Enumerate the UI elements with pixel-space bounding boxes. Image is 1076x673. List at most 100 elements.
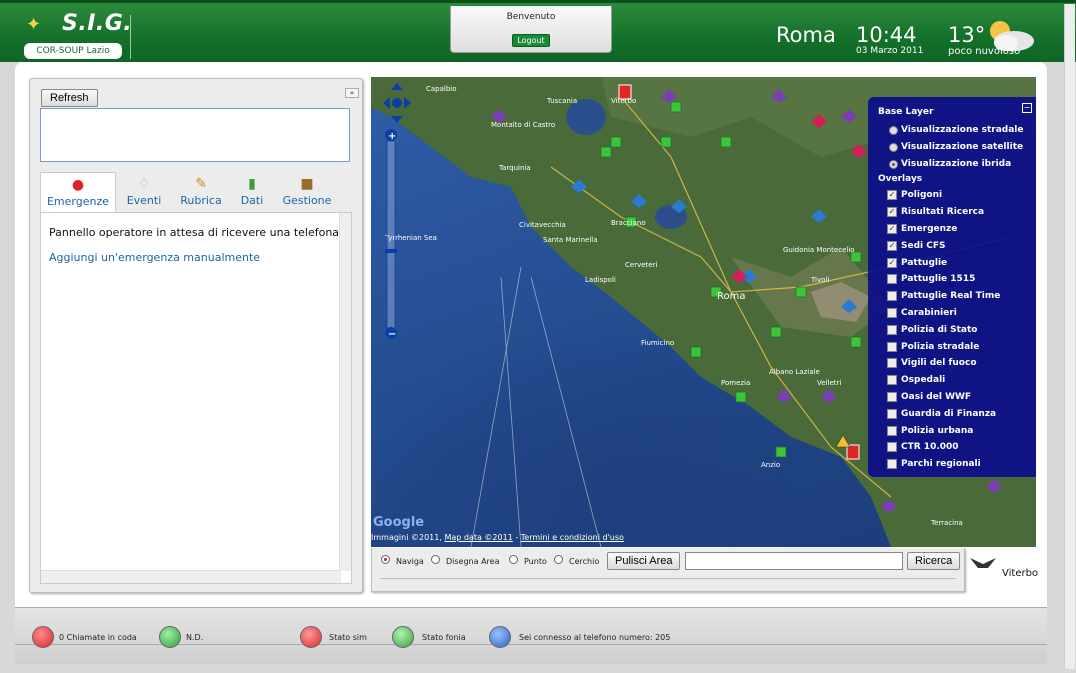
vertical-scrollbar[interactable] bbox=[339, 213, 351, 571]
overlay-label: Parchi regionali bbox=[901, 459, 981, 470]
overlay-label: Carabinieri bbox=[901, 307, 957, 318]
tab-emergenze[interactable]: ● Emergenze bbox=[40, 172, 116, 212]
map-label-cerveteri: Cerveteri bbox=[625, 261, 657, 269]
overlay-poligoni[interactable]: ✓ Poligoni bbox=[868, 187, 1036, 204]
line-status-label: N.D. bbox=[186, 633, 204, 642]
overlay-ctr-10-000[interactable]: CTR 10.000 bbox=[868, 439, 1036, 456]
overlay-polizia-urbana[interactable]: Polizia urbana bbox=[868, 423, 1036, 440]
checkbox-icon bbox=[887, 408, 897, 419]
map-label-tarquinia: Tarquinia bbox=[498, 164, 531, 172]
base-layer-ibrida[interactable]: Visualizzazione ibrida bbox=[868, 156, 1036, 173]
voice-status-icon bbox=[392, 626, 414, 648]
search-input[interactable] bbox=[685, 552, 903, 570]
mode-cerchio-radio[interactable] bbox=[554, 555, 563, 564]
weather-temperature: 13° bbox=[948, 23, 986, 47]
terms-link[interactable]: Termini e condizioni d'uso bbox=[521, 533, 624, 542]
map-toolbar: Naviga Disegna Area Punto Cerchio Pulisc… bbox=[371, 548, 965, 592]
map-label-bracciano: Bracciano bbox=[611, 219, 646, 227]
checkbox-icon bbox=[887, 291, 897, 302]
mode-punto-label: Punto bbox=[524, 557, 547, 566]
queue-count-label: 0 Chiamate in coda bbox=[59, 633, 137, 642]
phone-blue-icon[interactable] bbox=[489, 626, 511, 648]
overlay-label: Polizia stradale bbox=[901, 341, 980, 352]
toolbar-divider bbox=[380, 578, 956, 579]
double-chevron-icon[interactable]: » bbox=[345, 88, 359, 98]
status-bar: 0 Chiamate in coda N.D. Stato sim Stato … bbox=[15, 607, 1047, 664]
checkbox-icon bbox=[887, 307, 897, 318]
page-scrollbar[interactable] bbox=[1064, 4, 1075, 669]
tab-eventi[interactable]: ♢ Eventi bbox=[120, 172, 168, 212]
overlay-sedi-cfs[interactable]: ✓ Sedi CFS bbox=[868, 238, 1036, 255]
overlay-guardia-di-finanza[interactable]: Guardia di Finanza bbox=[868, 406, 1036, 423]
logout-button[interactable]: Logout bbox=[512, 34, 550, 47]
map-data-link[interactable]: Map data ©2011 bbox=[444, 533, 512, 542]
overlay-ospedali[interactable]: Ospedali bbox=[868, 372, 1036, 389]
tab-label: Dati bbox=[240, 194, 264, 207]
map-legend: Viterbo bbox=[968, 550, 1038, 582]
clear-area-button[interactable]: Pulisci Area bbox=[607, 552, 681, 570]
mode-naviga-label: Naviga bbox=[396, 557, 424, 566]
map-label-ladispoli: Ladispoli bbox=[585, 276, 616, 284]
overlay-label: Emergenze bbox=[901, 223, 958, 234]
checkbox-icon bbox=[887, 425, 897, 436]
overlay-label: Pattuglie bbox=[901, 257, 948, 268]
map-label-fiumicino: Fiumicino bbox=[641, 339, 674, 347]
map-label-civitavecchia: Civitavecchia bbox=[519, 221, 566, 229]
checkbox-checked-icon: ✓ bbox=[887, 257, 897, 268]
overlay-risultati-ricerca[interactable]: ✓ Risultati Ricerca bbox=[868, 204, 1036, 221]
map-label-santa-marinella: Santa Marinella bbox=[543, 236, 598, 244]
refresh-button[interactable]: Refresh bbox=[41, 89, 98, 107]
phone-red-icon[interactable] bbox=[32, 626, 54, 648]
overlay-polizia-stradale[interactable]: Polizia stradale bbox=[868, 339, 1036, 356]
mode-disegna-radio[interactable] bbox=[431, 555, 440, 564]
overlay-carabinieri[interactable]: Carabinieri bbox=[868, 305, 1036, 322]
map-label-capalbio: Capalbio bbox=[426, 85, 457, 93]
mode-naviga-radio[interactable] bbox=[381, 555, 390, 564]
welcome-panel: Benvenuto Logout bbox=[450, 6, 612, 53]
eagle-marker-icon bbox=[970, 558, 996, 568]
siren-icon: ● bbox=[71, 177, 85, 193]
map-label-pomezia: Pomezia bbox=[721, 379, 750, 387]
tab-rubrica[interactable]: ✎ Rubrica bbox=[176, 172, 226, 212]
overlay-pattuglie-1515[interactable]: Pattuglie 1515 bbox=[868, 271, 1036, 288]
sim-status-icon bbox=[300, 626, 322, 648]
overlay-label: Polizia di Stato bbox=[901, 324, 978, 335]
tab-gestione[interactable]: ■ Gestione bbox=[278, 172, 336, 212]
overlay-emergenze[interactable]: ✓ Emergenze bbox=[868, 221, 1036, 238]
overlay-pattuglie[interactable]: ✓ Pattuglie bbox=[868, 255, 1036, 272]
map-label-velletri: Velletri bbox=[817, 379, 841, 387]
overlay-pattuglie-real-time[interactable]: Pattuglie Real Time bbox=[868, 288, 1036, 305]
google-logo: Google bbox=[373, 515, 425, 530]
map-label-tivoli: Tivoli bbox=[810, 276, 829, 284]
search-button[interactable]: Ricerca bbox=[907, 552, 961, 570]
pan-arrows-icon[interactable] bbox=[383, 83, 411, 123]
base-layer-satellite[interactable]: Visualizzazione satellite bbox=[868, 139, 1036, 156]
phone-green-icon[interactable] bbox=[159, 626, 181, 648]
base-layer-stradale[interactable]: Visualizzazione stradale bbox=[868, 122, 1036, 139]
map-zoom-control[interactable]: +− bbox=[383, 83, 411, 343]
app-header: ✦ S.I.G. COR-SOUP Lazio Benvenuto Logout… bbox=[0, 0, 1076, 62]
logo-subtitle: COR-SOUP Lazio bbox=[24, 43, 122, 59]
overlay-label: Guardia di Finanza bbox=[901, 408, 997, 419]
tab-dati[interactable]: ▮ Dati bbox=[234, 172, 270, 212]
box-icon: ■ bbox=[300, 176, 314, 192]
eagle-icon: ✦ bbox=[26, 14, 42, 35]
refresh-output-area bbox=[40, 108, 350, 162]
voice-status-label: Stato fonia bbox=[422, 633, 466, 642]
checkbox-icon bbox=[887, 324, 897, 335]
zoom-slider-handle[interactable] bbox=[385, 249, 397, 253]
overlay-vigili-del-fuoco[interactable]: Vigili del fuoco bbox=[868, 355, 1036, 372]
add-emergency-link[interactable]: Aggiungi un'emergenza manualmente bbox=[49, 251, 260, 264]
overlay-label: Polizia urbana bbox=[901, 425, 974, 436]
operator-panel: Refresh » ● Emergenze ♢ Eventi ✎ Rubrica… bbox=[29, 78, 363, 593]
overlay-polizia-di-stato[interactable]: Polizia di Stato bbox=[868, 322, 1036, 339]
overlay-oasi-del-wwf[interactable]: Oasi del WWF bbox=[868, 389, 1036, 406]
minimize-icon[interactable]: − bbox=[1022, 103, 1032, 113]
weather-description: poco nuvoloso bbox=[948, 46, 1021, 57]
horizontal-scrollbar[interactable] bbox=[41, 570, 341, 583]
overlay-parchi-regionali[interactable]: Parchi regionali bbox=[868, 456, 1036, 473]
checkbox-icon bbox=[887, 459, 897, 470]
overlay-label: Pattuglie Real Time bbox=[901, 291, 1001, 302]
mode-punto-radio[interactable] bbox=[509, 555, 518, 564]
layer-switcher: − Base Layer Visualizzazione stradale Vi… bbox=[868, 97, 1036, 477]
